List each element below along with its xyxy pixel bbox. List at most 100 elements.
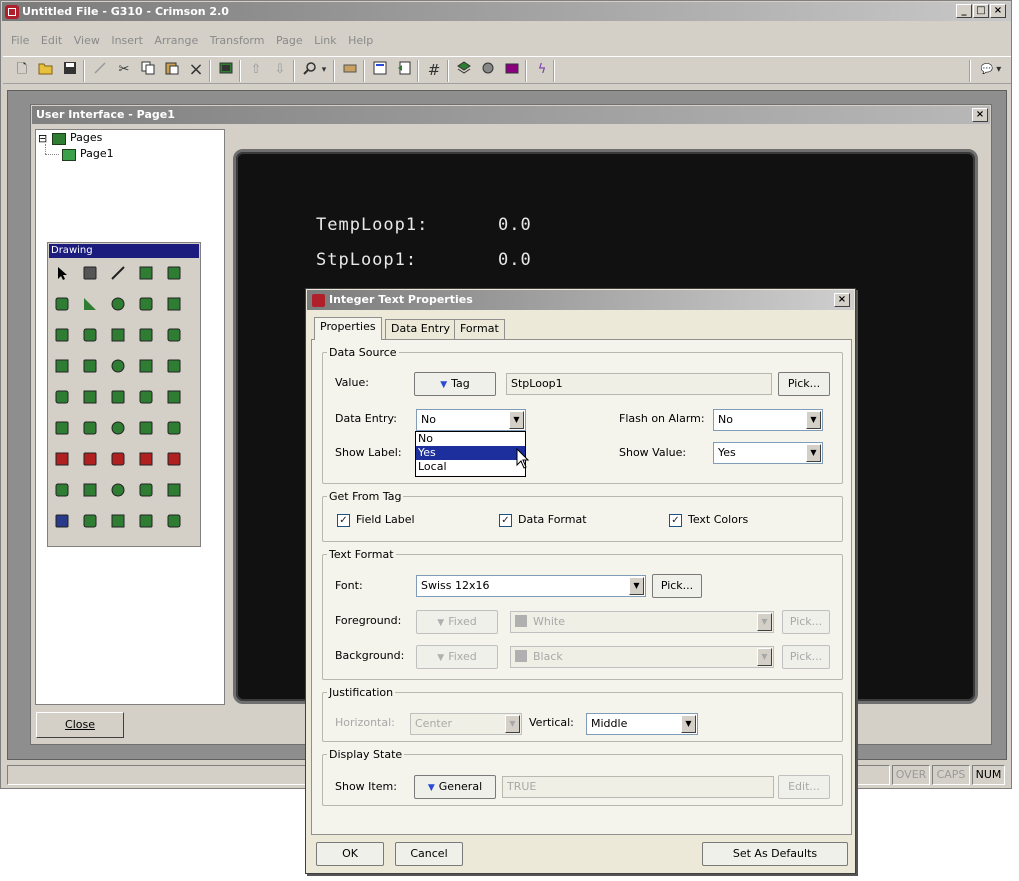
dropdown-arrow-icon[interactable]: ▼ — [681, 715, 696, 733]
set-as-defaults-button[interactable]: Set As Defaults — [702, 842, 848, 866]
drawing-tool-icon[interactable] — [82, 482, 98, 498]
cut-icon[interactable]: ✂ — [115, 61, 133, 79]
up-icon[interactable]: ⇧ — [247, 61, 265, 79]
drawing-tool-icon[interactable] — [166, 420, 182, 436]
drawing-tool-icon[interactable] — [54, 296, 70, 312]
drawing-tool-icon[interactable] — [166, 265, 182, 281]
field-label-checkbox[interactable]: ✓ — [337, 514, 350, 527]
drawing-tool-icon[interactable] — [110, 358, 126, 374]
color-icon[interactable] — [479, 61, 497, 79]
drawing-tool-icon[interactable] — [138, 327, 154, 343]
menu-edit[interactable]: Edit — [41, 34, 62, 47]
show-value-select[interactable]: Yes ▼ — [713, 442, 823, 464]
menu-page[interactable]: Page — [276, 34, 303, 47]
value-pick-button[interactable]: Pick... — [778, 372, 830, 396]
value-tag-field[interactable]: StpLoop1 — [506, 373, 772, 395]
drawing-tool-icon[interactable] — [110, 389, 126, 405]
drawing-tool-icon[interactable] — [110, 451, 126, 467]
menu-file[interactable]: File — [11, 34, 29, 47]
drawing-tool-icon[interactable] — [82, 420, 98, 436]
drawing-tool-icon[interactable] — [166, 451, 182, 467]
line-icon[interactable] — [91, 61, 109, 79]
delete-icon[interactable]: × — [187, 61, 205, 79]
tab-data-entry[interactable]: Data Entry — [385, 319, 457, 339]
close-child-button[interactable]: × — [972, 108, 988, 122]
drawing-tool-icon[interactable] — [166, 358, 182, 374]
dropdown-option-local[interactable]: Local — [416, 460, 525, 474]
drawing-tool-icon[interactable] — [54, 265, 70, 281]
minimize-button[interactable]: _ — [956, 4, 972, 18]
drawing-tool-icon[interactable] — [82, 327, 98, 343]
dropdown-arrow-icon[interactable]: ▼ — [806, 411, 821, 429]
properties-icon[interactable] — [371, 61, 389, 79]
drawing-tool-icon[interactable] — [166, 327, 182, 343]
tab-properties[interactable]: Properties — [314, 317, 382, 340]
menu-help[interactable]: Help — [348, 34, 373, 47]
drawing-tool-icon[interactable] — [54, 358, 70, 374]
dropdown-arrow-icon[interactable]: ▼ — [806, 444, 821, 462]
dialog-close-button[interactable]: × — [834, 293, 850, 307]
drawing-tool-icon[interactable] — [166, 389, 182, 405]
drawing-tool-icon[interactable] — [82, 265, 98, 281]
paste-icon[interactable] — [163, 61, 181, 79]
drawing-tool-icon[interactable] — [82, 296, 98, 312]
lightning-icon[interactable]: ϟ — [533, 61, 551, 79]
drawing-tool-icon[interactable] — [54, 451, 70, 467]
tree-item-pages[interactable]: Pages — [70, 131, 102, 144]
drawing-tool-icon[interactable] — [82, 451, 98, 467]
menu-link[interactable]: Link — [314, 34, 337, 47]
menu-arrange[interactable]: Arrange — [154, 34, 198, 47]
drawing-tool-icon[interactable] — [110, 296, 126, 312]
pages-icon[interactable] — [395, 61, 413, 79]
palette-icon[interactable] — [503, 61, 521, 79]
widget-icon[interactable] — [217, 61, 235, 79]
drawing-tool-icon[interactable] — [138, 420, 154, 436]
flash-on-alarm-select[interactable]: No ▼ — [713, 409, 823, 431]
dropdown-option-yes[interactable]: Yes — [416, 446, 525, 460]
ok-button[interactable]: OK — [316, 842, 384, 866]
dialog-title-bar[interactable]: Integer Text Properties — [307, 290, 854, 310]
maximize-button[interactable]: □ — [973, 4, 989, 18]
menu-insert[interactable]: Insert — [111, 34, 143, 47]
drawing-tool-icon[interactable] — [82, 513, 98, 529]
new-icon[interactable]: 🗋 — [13, 61, 31, 79]
drawing-tool-icon[interactable] — [54, 513, 70, 529]
dropdown-arrow-icon[interactable]: ▼ — [509, 411, 524, 429]
drawing-tool-icon[interactable] — [138, 265, 154, 281]
dropdown-arrow-icon[interactable]: ▼ — [629, 577, 644, 595]
child-title-bar[interactable]: User Interface - Page1 — [32, 106, 990, 124]
drawing-tool-icon[interactable] — [166, 296, 182, 312]
down-icon[interactable]: ⇩ — [271, 61, 289, 79]
drawing-tool-icon[interactable] — [138, 358, 154, 374]
drawing-tool-icon[interactable] — [110, 420, 126, 436]
show-item-mode-button[interactable]: ▼ General — [414, 775, 496, 799]
tab-format[interactable]: Format — [454, 319, 505, 339]
vertical-select[interactable]: Middle ▼ — [586, 713, 698, 735]
drawing-palette-title[interactable]: Drawing — [49, 244, 199, 258]
text-colors-checkbox[interactable]: ✓ — [669, 514, 682, 527]
drawing-tool-icon[interactable] — [166, 482, 182, 498]
close-button[interactable]: Close — [36, 712, 124, 738]
comment-dropdown-icon[interactable]: 💬 ▾ — [977, 61, 1005, 79]
tree-item-page1[interactable]: Page1 — [80, 147, 114, 160]
drawing-tool-icon[interactable] — [110, 265, 126, 281]
drawing-tool-icon[interactable] — [54, 482, 70, 498]
open-icon[interactable] — [37, 61, 55, 79]
zoom-dropdown-icon[interactable]: ▾ — [319, 61, 329, 79]
value-mode-button[interactable]: ▼ Tag — [414, 372, 496, 396]
zoom-icon[interactable] — [301, 61, 319, 79]
cancel-button[interactable]: Cancel — [395, 842, 463, 866]
data-format-checkbox[interactable]: ✓ — [499, 514, 512, 527]
drawing-tool-icon[interactable] — [54, 420, 70, 436]
close-app-button[interactable]: × — [990, 4, 1006, 18]
drawing-tool-icon[interactable] — [82, 389, 98, 405]
data-entry-select[interactable]: No ▼ — [416, 409, 526, 431]
menu-transform[interactable]: Transform — [210, 34, 265, 47]
font-pick-button[interactable]: Pick... — [652, 574, 702, 598]
copy-icon[interactable] — [139, 61, 157, 79]
drawing-tool-icon[interactable] — [138, 482, 154, 498]
drawing-tool-icon[interactable] — [138, 296, 154, 312]
app-title-bar[interactable]: Untitled File - G310 - Crimson 2.0 — [2, 2, 1011, 21]
dropdown-option-no[interactable]: No — [416, 432, 525, 446]
layers-icon[interactable] — [455, 61, 473, 79]
